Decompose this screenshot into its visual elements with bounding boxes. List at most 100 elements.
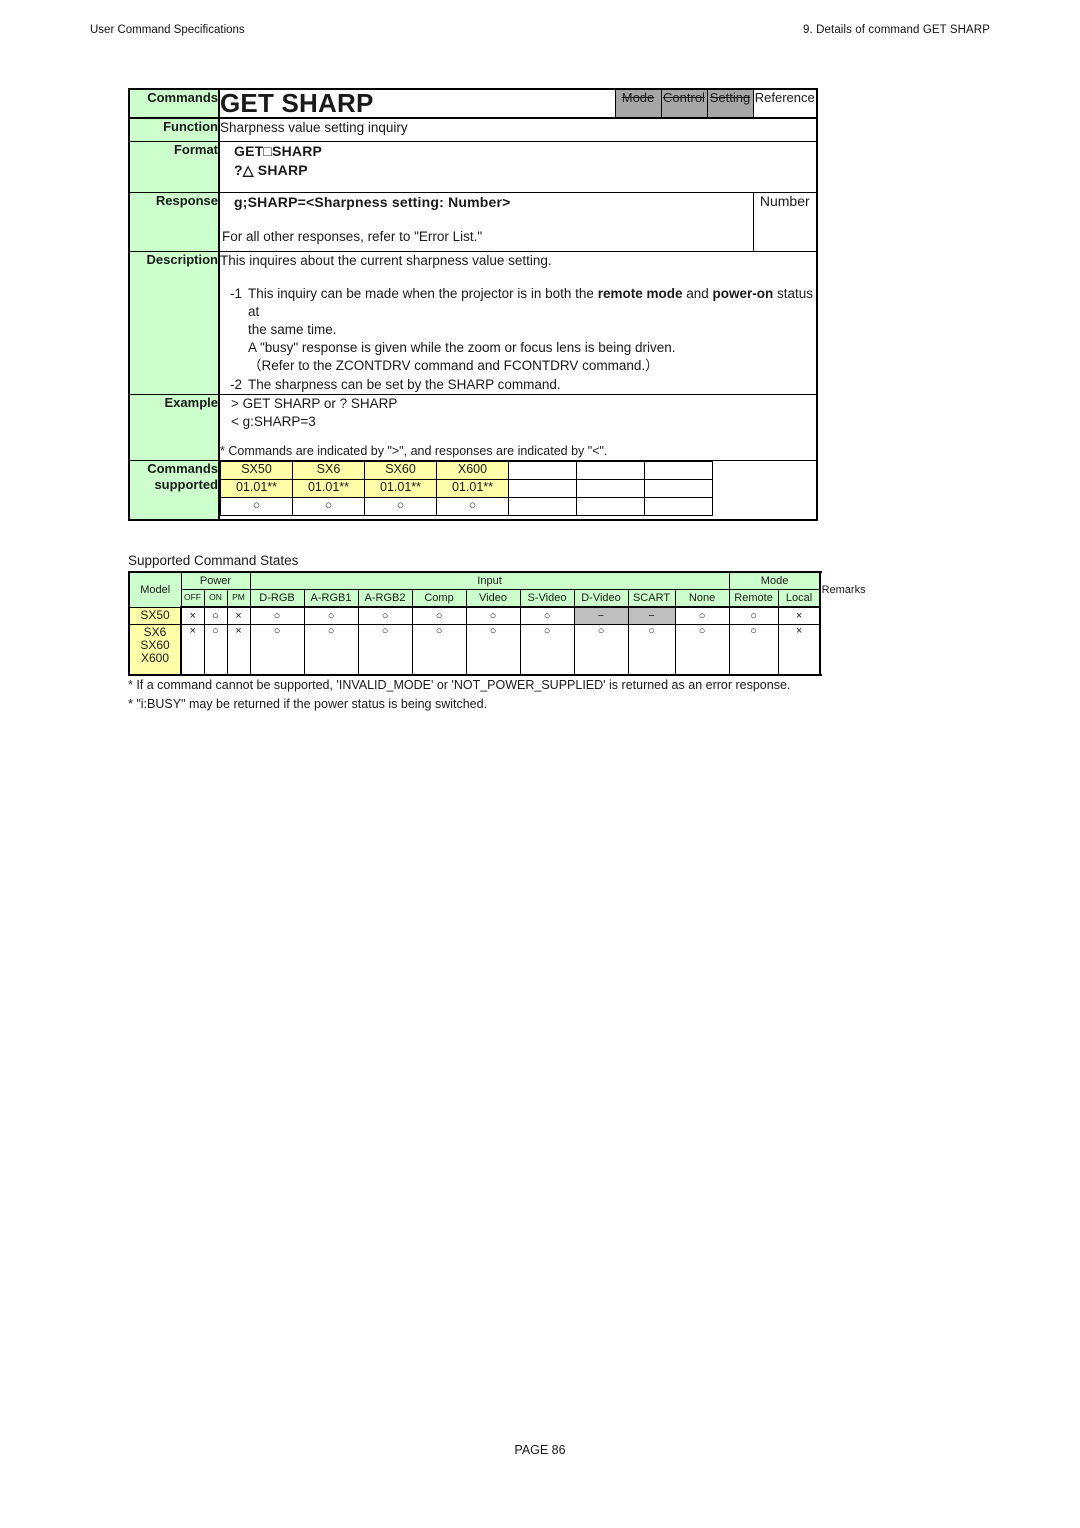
- example-line-2: < g:SHARP=3: [231, 414, 316, 430]
- states-cell: ○: [519, 606, 575, 625]
- label-commands: Commands: [128, 87, 220, 120]
- description-item-marker: -1: [229, 285, 242, 301]
- desc-text-pre: This inquiry can be made when the projec…: [248, 285, 598, 301]
- states-cell: ○: [203, 606, 228, 625]
- supported-command-states-table: Model Power Input Mode Remarks OFF ON PM…: [128, 571, 866, 676]
- spec-row-title: Commands GET SHARP Mode Control Setting …: [128, 87, 818, 120]
- cs-empty: [644, 497, 713, 517]
- states-cell: ○: [303, 624, 359, 676]
- desc-text-mid: and: [682, 285, 713, 301]
- states-cell: ×: [180, 606, 205, 625]
- cs-version: 01.01**: [436, 479, 509, 499]
- states-row-model-extra: X600: [140, 651, 170, 666]
- cs-spacer: [713, 498, 816, 516]
- cs-version: 01.01**: [364, 479, 437, 499]
- label-function: Function: [128, 117, 220, 143]
- cs-spacer: [713, 462, 816, 480]
- desc-bold-remote-mode: remote mode: [597, 285, 683, 301]
- cs-empty: [508, 479, 577, 499]
- states-cell: ○: [411, 624, 467, 676]
- states-cell: ×: [777, 624, 821, 676]
- description-item-continuation: the same time.: [248, 321, 337, 337]
- description-item-text: This inquiry can be made when the projec…: [248, 285, 816, 321]
- states-header-input: Input: [249, 571, 730, 590]
- format-line-2: ?△ SHARP: [234, 162, 308, 179]
- format-block: GET□SHARP ?△ SHARP: [218, 141, 818, 194]
- function-text: Sharpness value setting inquiry: [218, 117, 818, 143]
- response-block: g;SHARP=<Sharpness setting: Number> For …: [218, 192, 754, 253]
- states-header-model: Model: [128, 571, 182, 608]
- states-cell: ○: [674, 624, 730, 676]
- states-cell: −: [573, 606, 629, 625]
- states-header-sub-row: OFF ON PM D-RGB A-RGB1 A-RGB2 Comp Video…: [129, 589, 821, 608]
- states-header-group-row: Model Power Input Mode Remarks: [128, 571, 866, 608]
- states-cell: ○: [728, 624, 779, 676]
- states-cell: ○: [465, 606, 521, 625]
- description-items: -1 This inquiry can be made when the pro…: [220, 285, 816, 394]
- example-block: > GET SHARP or ? SHARP < g:SHARP=3 * Com…: [218, 393, 818, 462]
- footnote-busy: * "i:BUSY" may be returned if the power …: [128, 696, 488, 711]
- cs-empty: [576, 461, 645, 481]
- states-row-sx6: SX6 SX60 X600 × ○ × ○ ○ ○ ○ ○ ○ ○ ○ ○ ○ …: [128, 624, 821, 676]
- cs-empty: [644, 479, 713, 499]
- command-title: GET SHARP: [218, 87, 616, 120]
- description-item: -1 This inquiry can be made when the pro…: [220, 285, 816, 321]
- states-col-input-d-rgb: D-RGB: [249, 589, 305, 608]
- format-line-1: GET□SHARP: [234, 143, 323, 160]
- cs-row-support: ○ ○ ○ ○: [220, 497, 816, 517]
- states-header-power: Power: [180, 571, 251, 590]
- states-cell: ○: [573, 624, 629, 676]
- label-commands-supported: Commands supported: [128, 460, 220, 522]
- commands-supported-cell: SX50 SX6 SX60 X600 01.01** 01.01** 01.01…: [218, 460, 818, 522]
- states-cell: ○: [627, 624, 676, 676]
- cs-version: 01.01**: [220, 479, 293, 499]
- command-spec-table: Commands GET SHARP Mode Control Setting …: [128, 87, 818, 522]
- states-cell: ○: [303, 606, 359, 625]
- flag-control: Control: [660, 87, 708, 120]
- states-cell: ×: [226, 606, 251, 625]
- states-cell: ○: [519, 624, 575, 676]
- states-cell: ○: [411, 606, 467, 625]
- states-cell: ○: [203, 624, 228, 676]
- description-item-text: The sharpness can be set by the SHARP co…: [248, 376, 561, 392]
- cs-row-model: SX50 SX6 SX60 X600: [220, 461, 816, 481]
- running-header-left: User Command Specifications: [90, 24, 245, 36]
- description-intro: This inquires about the current sharpnes…: [220, 253, 552, 269]
- cs-support: ○: [364, 497, 437, 517]
- label-response: Response: [128, 192, 220, 253]
- states-header-mode: Mode: [728, 571, 821, 590]
- response-number-column: Number: [752, 192, 818, 253]
- states-cell: ○: [357, 624, 413, 676]
- cs-empty: [644, 461, 713, 481]
- flag-reference: Reference: [752, 87, 818, 120]
- states-cell: ○: [249, 606, 305, 625]
- response-format-line: g;SHARP=<Sharpness setting: Number>: [234, 194, 511, 211]
- states-row-sx50: SX50 × ○ × ○ ○ ○ ○ ○ ○ − − ○ ○ ×: [128, 606, 821, 625]
- cs-model: SX6: [292, 461, 365, 481]
- states-row-model: SX50: [128, 606, 182, 625]
- example-line-1: > GET SHARP or ? SHARP: [231, 395, 398, 411]
- description-item: -2 The sharpness can be set by the SHARP…: [220, 376, 816, 394]
- cs-model: SX60: [364, 461, 437, 481]
- spec-row-description: Description This inquires about the curr…: [128, 251, 818, 395]
- states-title: Supported Command States: [128, 553, 299, 568]
- states-col-input-a-rgb1: A-RGB1: [303, 589, 359, 608]
- states-col-power-off: OFF: [180, 589, 205, 608]
- cs-spacer: [713, 480, 816, 498]
- states-row-model-group: SX6 SX60 X600: [128, 624, 182, 676]
- spec-row-commands-supported: Commands supported SX50 SX6 SX60 X600 01…: [128, 460, 818, 522]
- cs-row-version: 01.01** 01.01** 01.01** 01.01**: [220, 479, 816, 499]
- desc-bold-power-on: power-on: [712, 285, 774, 301]
- label-example: Example: [128, 393, 220, 462]
- states-col-power-pm: PM: [226, 589, 251, 608]
- running-header: User Command Specifications 9. Details o…: [90, 24, 990, 36]
- states-col-input-a-rgb2: A-RGB2: [357, 589, 413, 608]
- label-format: Format: [128, 141, 220, 194]
- states-cell: ×: [180, 624, 205, 676]
- description-block: This inquires about the current sharpnes…: [218, 251, 818, 395]
- states-col-power-on: ON: [203, 589, 228, 608]
- cs-version: 01.01**: [292, 479, 365, 499]
- states-col-input-s-video: S-Video: [519, 589, 575, 608]
- running-header-right: 9. Details of command GET SHARP: [803, 24, 990, 36]
- states-cell: ×: [777, 606, 821, 625]
